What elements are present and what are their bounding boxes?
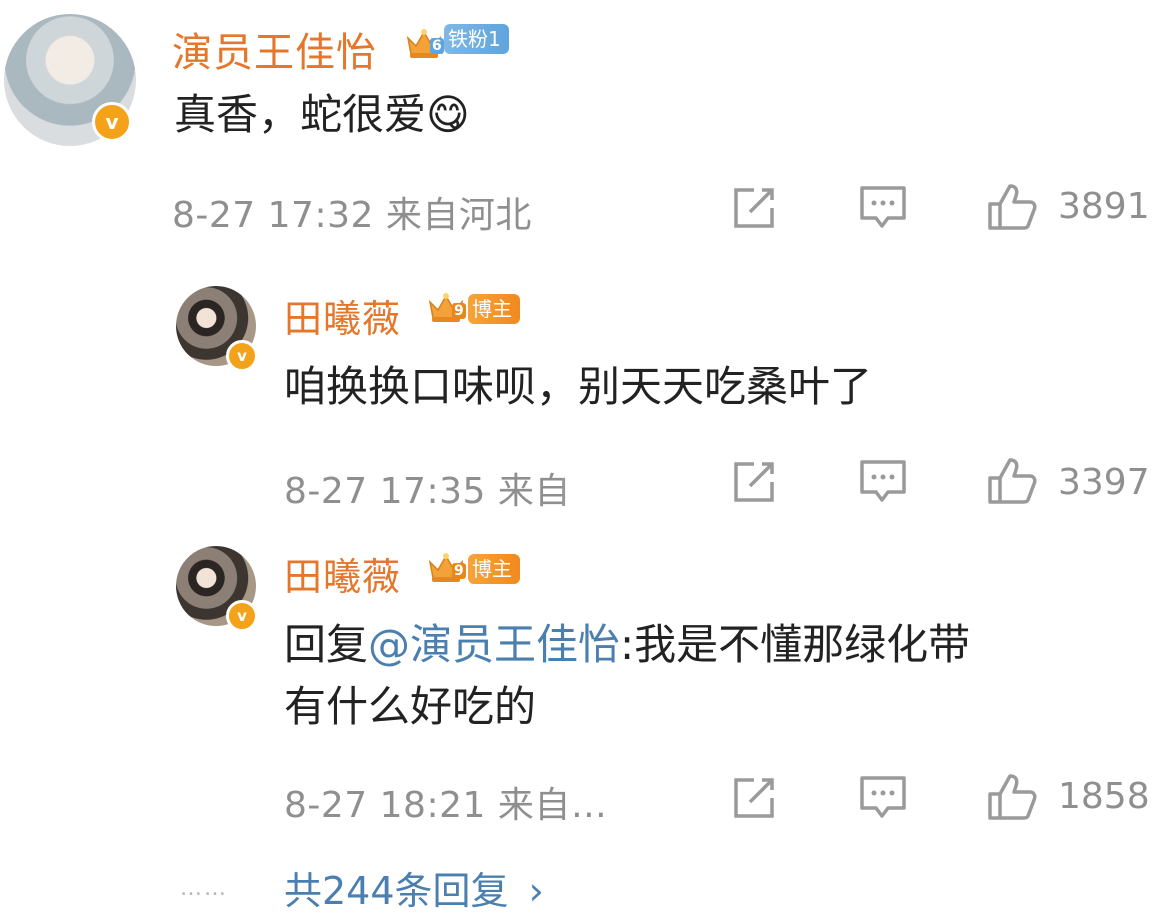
reply-prefix: 回复 [284,620,369,669]
comment-icon[interactable] [858,774,908,822]
verified-v-icon: v [226,340,258,372]
like-count: 3397 [1058,462,1150,503]
username[interactable]: 田曦薇 [284,288,401,343]
share-icon[interactable] [730,460,778,504]
username[interactable]: 田曦薇 [284,546,401,601]
share-icon[interactable] [730,776,778,820]
comment-text-body: 真香，蛇很爱 [174,90,427,139]
mention-link[interactable]: @演员王佳怡 [368,620,620,669]
reply-text: 回复@演员王佳怡:我是不懂那绿化带 有什么好吃的 [284,614,970,738]
blogger-badge[interactable]: 博主 [468,554,520,584]
emoji-smile-icon: 😋 [426,90,470,139]
reply-text-line2: 有什么好吃的 [284,682,537,731]
timestamp-location: 8-27 18:21 来自… [284,785,608,826]
ellipsis-dots: …… [180,876,228,901]
comment-icon[interactable] [858,458,908,506]
like-count: 1858 [1058,776,1150,817]
more-replies-label[interactable]: 共244条回复 [284,869,509,913]
timestamp-location: 8-27 17:32 来自河北 [172,195,532,236]
badge-level: 9 [452,303,466,319]
username[interactable]: 演员王佳怡 [172,20,377,78]
share-icon[interactable] [730,186,778,230]
timestamp-location: 8-27 17:35 来自 [284,471,571,512]
like-icon[interactable] [986,456,1038,506]
like-count: 3891 [1058,186,1150,227]
badge-level: 6 [430,38,444,54]
chevron-right-icon: › [528,869,544,913]
verified-v-icon: v [226,600,258,632]
fan-badge[interactable]: 铁粉1 [444,24,509,54]
more-replies-link[interactable]: 共244条回复 › [284,860,544,915]
reply-text: 咱换换口味呗，别天天吃桑叶了 [284,362,873,411]
like-icon[interactable] [986,182,1038,232]
comment-icon[interactable] [858,184,908,232]
like-icon[interactable] [986,772,1038,822]
blogger-badge[interactable]: 博主 [468,294,520,324]
badge-level: 9 [452,563,466,579]
comment-text: 真香，蛇很爱😋 [174,84,470,146]
verified-v-icon: v [92,102,132,142]
reply-text-line1: :我是不懂那绿化带 [620,620,971,669]
text-fade [560,462,630,506]
